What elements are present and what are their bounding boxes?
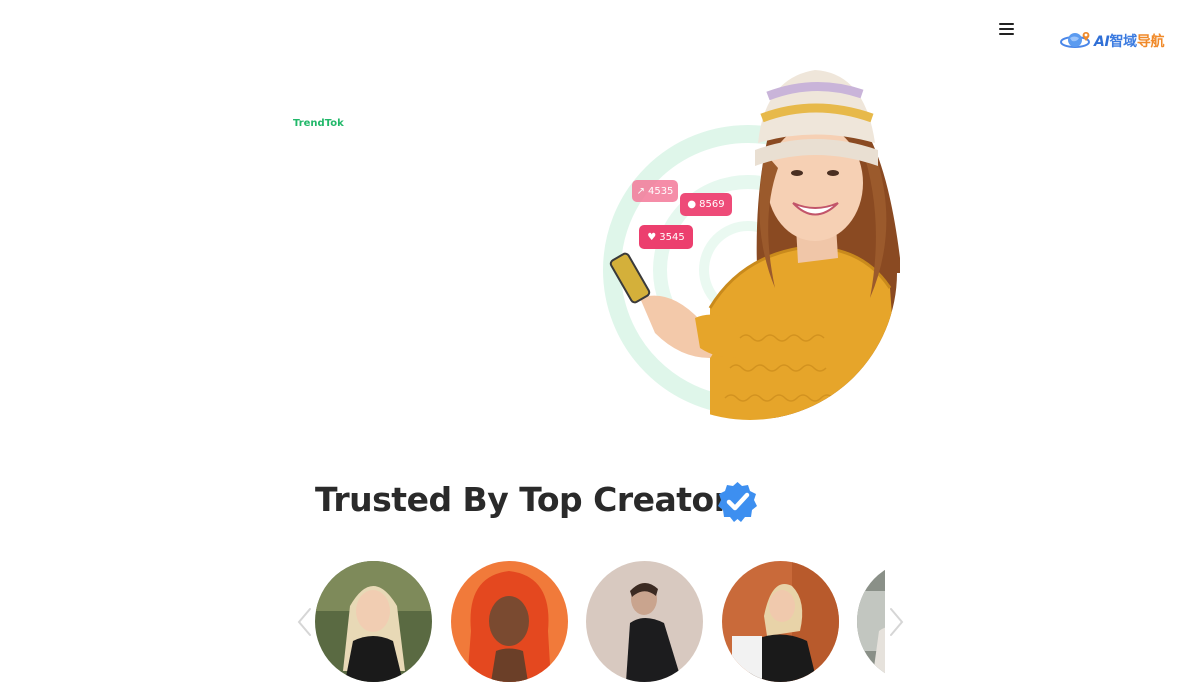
- trend-arrow-icon: ↗: [636, 185, 645, 197]
- brand-name[interactable]: TrendTok: [293, 118, 344, 129]
- stat-badge-likes: ♥ 3545: [639, 225, 693, 249]
- carousel-track: [292, 556, 885, 688]
- verified-check-icon: [716, 480, 759, 523]
- logo-text: AI智域导航: [1094, 34, 1165, 50]
- creator-avatar-2[interactable]: [451, 561, 568, 682]
- hamburger-menu-icon[interactable]: [996, 20, 1018, 40]
- globe-icon: [1060, 30, 1094, 52]
- chevron-right-icon[interactable]: [885, 606, 907, 638]
- creator-avatar-4[interactable]: [722, 561, 839, 682]
- section-title: Trusted By Top Creators: [315, 480, 749, 519]
- stat-badge-trend: ↗ 4535: [632, 180, 678, 202]
- creator-avatar-3[interactable]: [586, 561, 703, 682]
- stat-badge-users: ● 8569: [680, 193, 732, 216]
- creators-carousel[interactable]: [292, 556, 912, 688]
- hero-illustration: ↗ 4535 ● 8569 ♥ 3545: [600, 58, 900, 428]
- heart-icon: ♥: [647, 231, 657, 243]
- chevron-left-icon[interactable]: [294, 606, 316, 638]
- site-logo[interactable]: AI智域导航: [1060, 28, 1184, 54]
- creator-avatar-5[interactable]: [857, 561, 885, 682]
- user-icon: ●: [687, 199, 697, 210]
- creator-avatar-1[interactable]: [315, 561, 432, 682]
